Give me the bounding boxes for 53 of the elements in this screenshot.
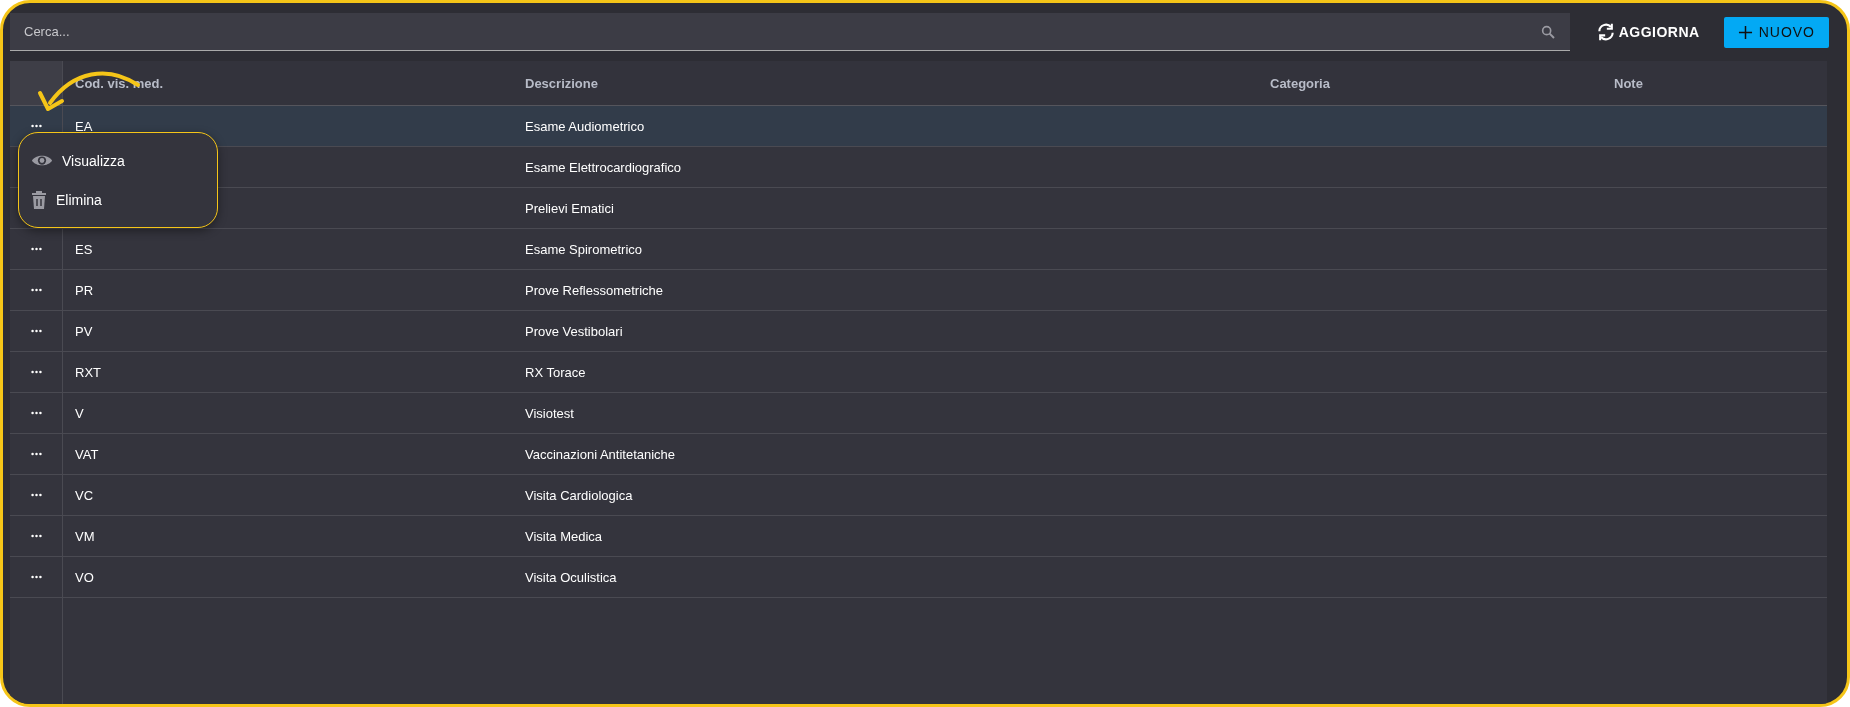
more-icon[interactable]	[30, 411, 42, 415]
table-row[interactable]: ES Esame Spirometrico	[10, 229, 1827, 270]
table-cell: VC	[75, 487, 94, 503]
table-row[interactable]: V Visiotest	[10, 393, 1827, 434]
table-cell: RX Torace	[525, 364, 586, 380]
column-header[interactable]: Categoria	[1258, 61, 1602, 105]
more-icon[interactable]	[30, 534, 42, 538]
trash-icon	[31, 189, 47, 210]
table-cell: ES	[75, 241, 93, 257]
table-cell: RXT	[75, 364, 101, 380]
eye-icon	[31, 153, 53, 168]
table-cell: Visiotest	[525, 405, 574, 421]
table-cell: Visita Cardiologica	[525, 487, 633, 503]
more-icon[interactable]	[30, 247, 42, 251]
table-cell: VAT	[75, 446, 99, 462]
table-cell: Prove Reflessometriche	[525, 282, 663, 298]
table-cell: Esame Elettrocardiografico	[525, 159, 682, 175]
table-row[interactable]: VM Visita Medica	[10, 516, 1827, 557]
new-button[interactable]: NUOVO	[1723, 16, 1829, 48]
plus-icon	[1737, 24, 1753, 40]
column-header[interactable]: Descrizione	[513, 61, 1258, 105]
table-row[interactable]: VAT Vaccinazioni Antitetaniche	[10, 434, 1827, 475]
table-cell: Prove Vestibolari	[525, 323, 623, 339]
table-row[interactable]: RXT RX Torace	[10, 352, 1827, 393]
table-cell: V	[75, 405, 84, 421]
more-icon[interactable]	[30, 452, 42, 456]
more-icon[interactable]	[30, 124, 42, 128]
column-header[interactable]: Note	[1602, 61, 1827, 105]
table-row[interactable]: PV Prove Vestibolari	[10, 311, 1827, 352]
more-icon[interactable]	[30, 493, 42, 497]
table-cell: Esame Spirometrico	[525, 241, 643, 257]
table-cell: VO	[75, 569, 94, 585]
refresh-icon	[1595, 22, 1616, 42]
table-cell: Esame Audiometrico	[525, 118, 645, 134]
more-icon[interactable]	[30, 370, 42, 374]
more-icon[interactable]	[30, 288, 42, 292]
table-cell: Visita Oculistica	[525, 569, 617, 585]
table-cell: EA	[75, 118, 93, 134]
more-icon[interactable]	[30, 329, 42, 333]
table-row[interactable]: EA Esame Audiometrico	[10, 106, 1827, 147]
table-cell: Prelievi Ematici	[525, 200, 614, 216]
table-cell: VM	[75, 528, 95, 544]
search-icon	[1539, 24, 1556, 40]
table-cell: Vaccinazioni Antitetaniche	[525, 446, 676, 462]
table-cell: PV	[75, 323, 93, 339]
search-field[interactable]: Cerca...	[10, 13, 1570, 51]
table-cell: PR	[75, 282, 94, 298]
refresh-button[interactable]: AGGIORNA	[1591, 16, 1704, 48]
table-row[interactable]: PR Prove Reflessometriche	[10, 270, 1827, 311]
table-cell: Visita Medica	[525, 528, 603, 544]
table-row[interactable]: VO Visita Oculistica	[10, 557, 1827, 598]
table-row[interactable]: VC Visita Cardiologica	[10, 475, 1827, 516]
more-icon[interactable]	[30, 575, 42, 579]
